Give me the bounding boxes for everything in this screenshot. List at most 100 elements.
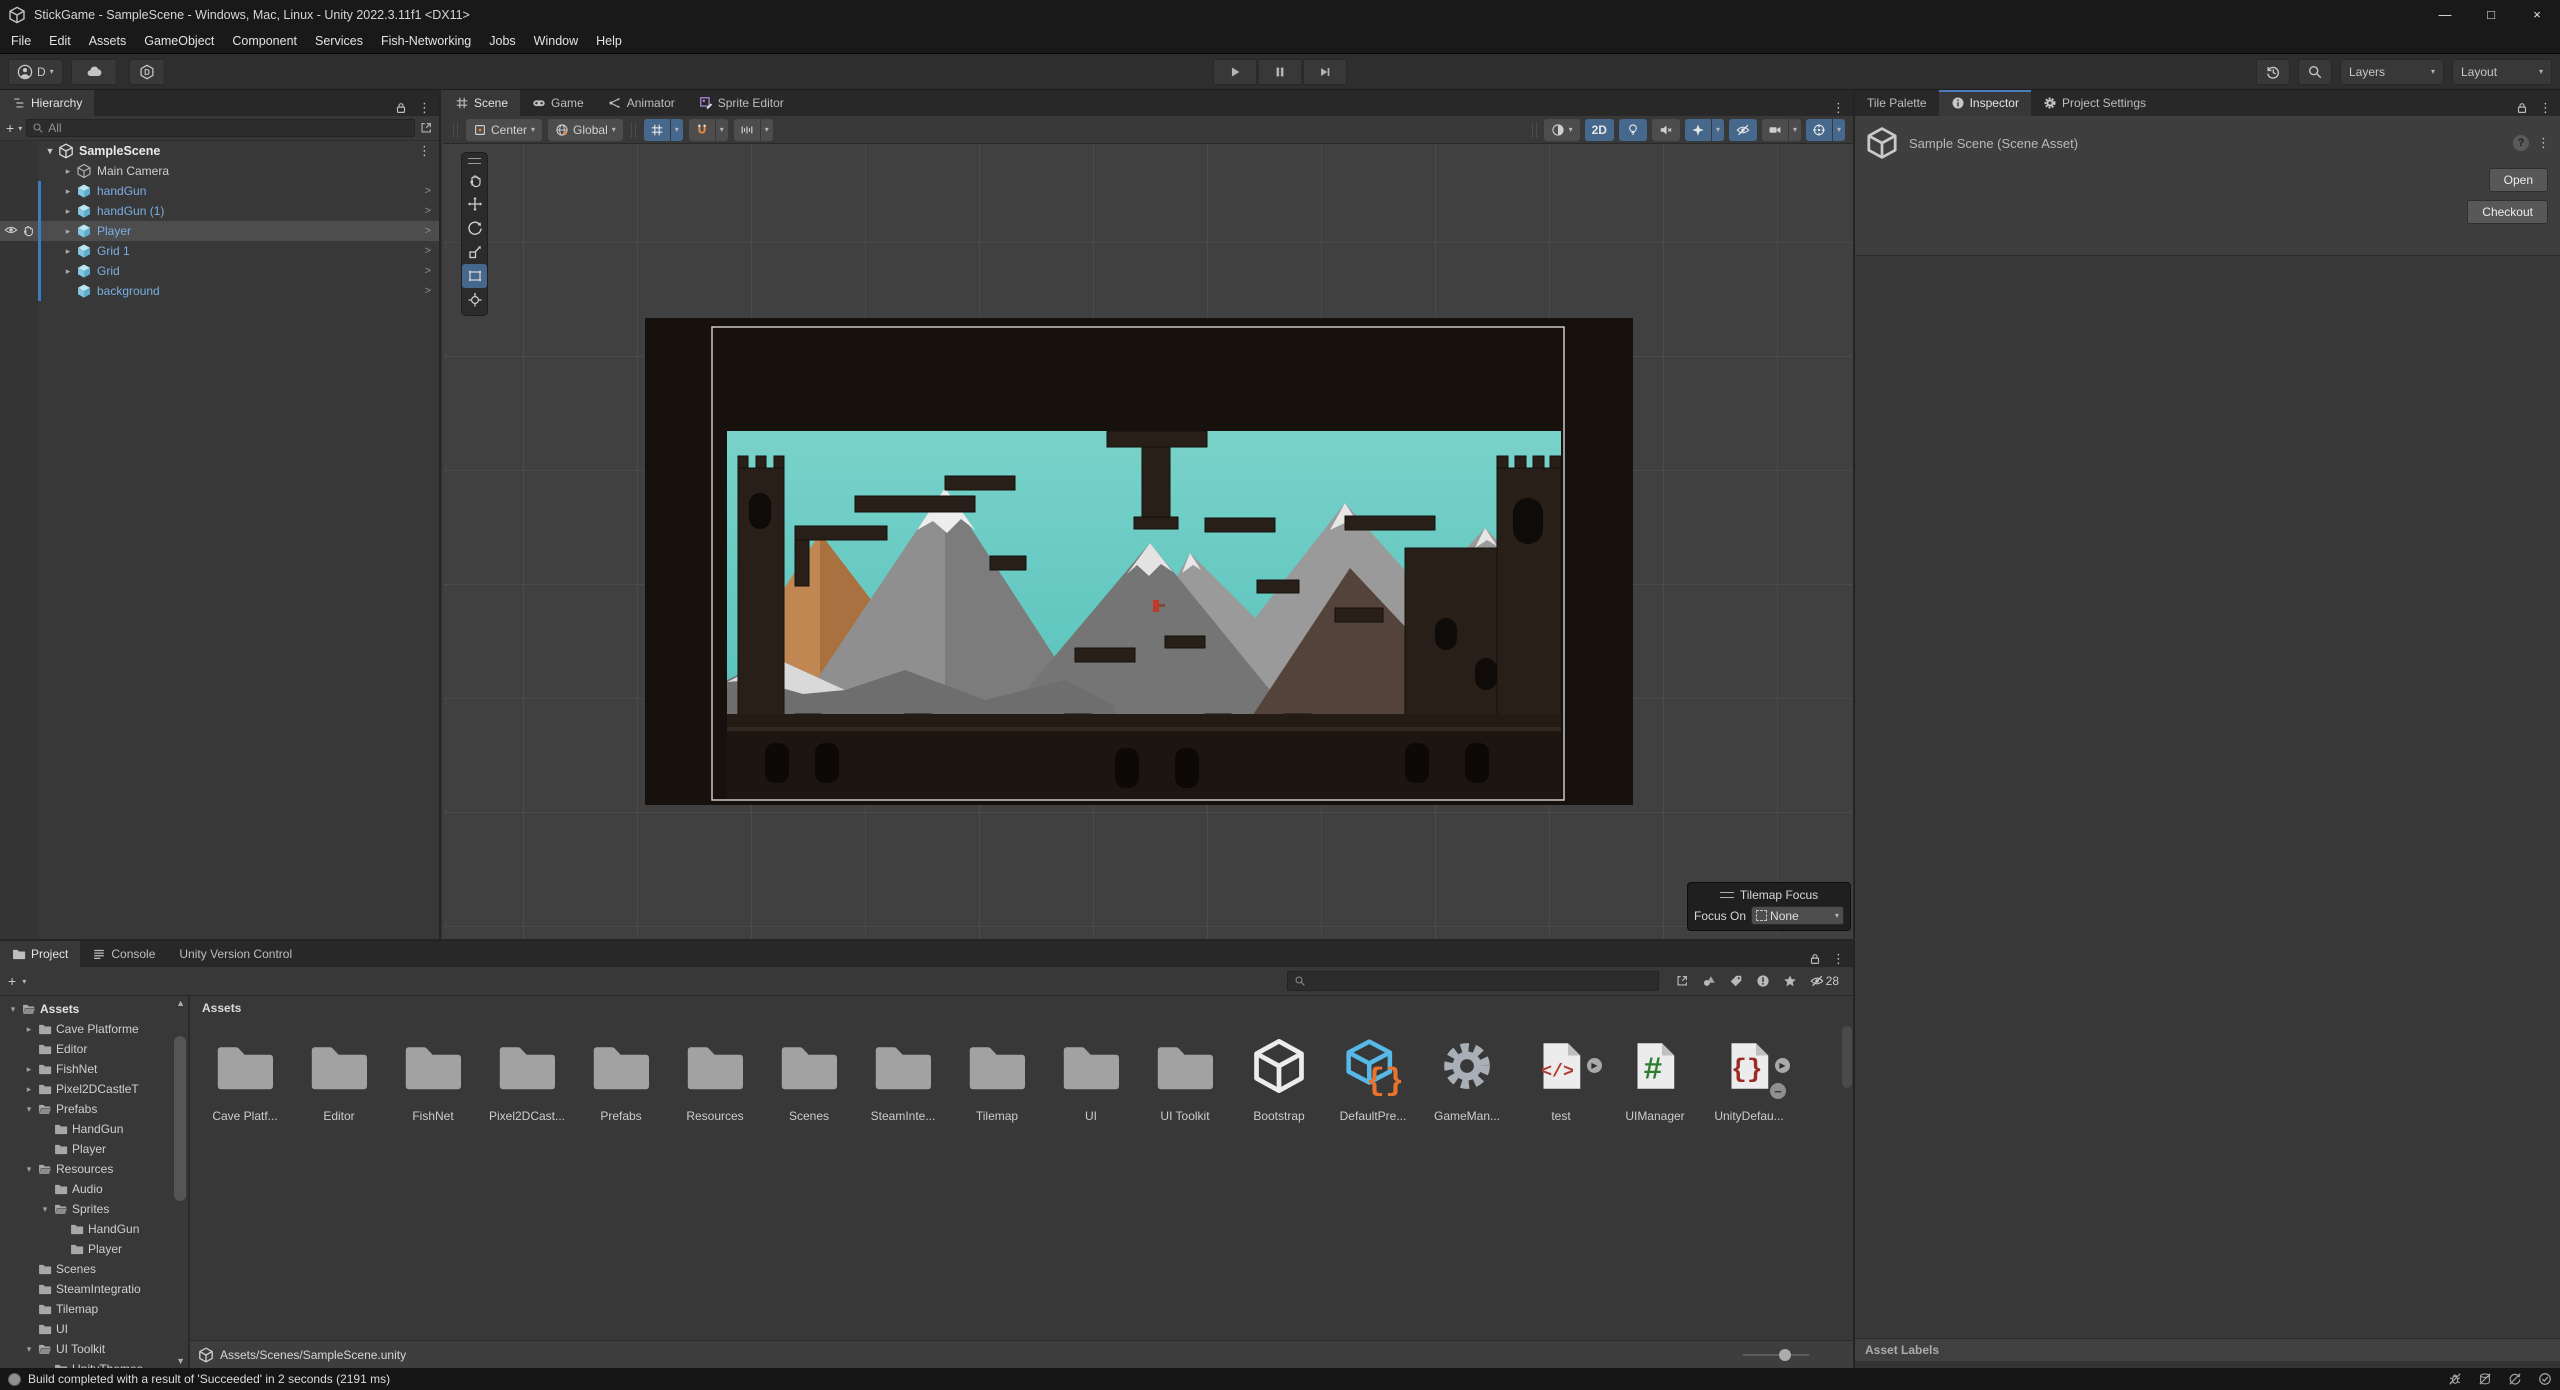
focus-on-dropdown[interactable]: None ▾ (1751, 906, 1844, 925)
tab-hierarchy[interactable]: Hierarchy (0, 90, 94, 116)
increment-snap-caret[interactable]: ▾ (761, 119, 773, 141)
camera-settings-button[interactable] (1762, 119, 1788, 141)
layers-dropdown[interactable]: Layers ▾ (2340, 59, 2444, 85)
open-button[interactable]: Open (2489, 168, 2548, 192)
prefab-chevron-icon[interactable]: > (425, 285, 431, 297)
orientation-dropdown[interactable]: Global ▾ (548, 119, 623, 141)
asset-item[interactable]: SteamInte... (856, 1029, 950, 1123)
gizmos-toggle[interactable] (1806, 119, 1832, 141)
grid-scrollbar[interactable] (1842, 1026, 1852, 1088)
project-tree-row[interactable]: Editor (0, 1039, 188, 1059)
rotate-tool-button[interactable] (462, 216, 487, 240)
project-search-input[interactable] (1287, 971, 1659, 991)
prefab-chevron-icon[interactable]: > (425, 245, 431, 257)
project-tree-row[interactable]: ▾ Sprites (0, 1199, 188, 1219)
project-tree-row[interactable]: Player (0, 1139, 188, 1159)
asset-item[interactable]: DefaultPre... (1326, 1029, 1420, 1123)
plastic-scm-button[interactable] (129, 59, 165, 85)
project-tree-row[interactable]: Scenes (0, 1259, 188, 1279)
expand-arrow-icon[interactable]: ▸ (24, 1084, 34, 1095)
tab-unity-version-control[interactable]: Unity Version Control (167, 941, 304, 967)
hidden-count[interactable]: 28 (1810, 974, 1839, 988)
hierarchy-row[interactable]: ▸ Grid 1 > (0, 241, 439, 261)
asset-item[interactable]: {} ▶ − UnityDefau... (1702, 1029, 1796, 1123)
expand-badge-icon[interactable]: ▶ (1587, 1058, 1602, 1073)
asset-item[interactable]: Tilemap (950, 1029, 1044, 1123)
scroll-up-icon[interactable]: ▲ (176, 998, 185, 1008)
menu-9[interactable]: Help (587, 29, 631, 53)
camera-settings-caret[interactable]: ▾ (1789, 119, 1801, 141)
expand-arrow-icon[interactable]: ▸ (24, 1024, 34, 1035)
project-tree-row[interactable]: ▾ UI Toolkit (0, 1339, 188, 1359)
move-tool-button[interactable] (462, 192, 487, 216)
expand-badge-icon[interactable]: ▶ (1775, 1058, 1790, 1073)
asset-item[interactable]: GameMan... (1420, 1029, 1514, 1123)
hidden-objects-toggle[interactable] (1729, 119, 1757, 141)
account-button[interactable]: D ▾ (8, 59, 63, 85)
expand-arrow-icon[interactable]: ▾ (8, 1004, 18, 1015)
close-button[interactable]: × (2514, 0, 2560, 29)
panel-menu-icon[interactable]: ⋮ (1832, 951, 1845, 967)
tab-inspector[interactable]: Inspector (1939, 90, 2031, 116)
menu-2[interactable]: Assets (80, 29, 136, 53)
scene-canvas[interactable]: Tilemap Focus Focus On None ▾ (443, 144, 1853, 939)
favorites-icon[interactable] (1783, 974, 1797, 988)
asset-item[interactable]: FishNet (386, 1029, 480, 1123)
expand-arrow-icon[interactable]: ▾ (24, 1104, 34, 1115)
undo-history-button[interactable] (2256, 59, 2290, 85)
debugger-disabled-icon[interactable] (2448, 1372, 2462, 1386)
transform-tool-button[interactable] (462, 288, 487, 312)
zoom-slider-thumb[interactable] (1779, 1349, 1791, 1361)
asset-item[interactable]: UI Toolkit (1138, 1029, 1232, 1123)
rect-tool-button[interactable] (462, 264, 487, 288)
tab-animator[interactable]: Animator (596, 90, 687, 116)
asset-item[interactable]: Bootstrap (1232, 1029, 1326, 1123)
2d-toggle[interactable]: 2D (1585, 119, 1614, 141)
effects-toggle[interactable] (1685, 119, 1711, 141)
global-search-button[interactable] (2298, 59, 2332, 85)
expand-arrow-icon[interactable]: ▾ (40, 1204, 50, 1215)
effects-caret[interactable]: ▾ (1712, 119, 1724, 141)
hierarchy-row[interactable]: ▸ Player > (0, 221, 439, 241)
menu-4[interactable]: Component (223, 29, 306, 53)
snap-settings-caret[interactable]: ▾ (716, 119, 728, 141)
prefab-chevron-icon[interactable]: > (425, 225, 431, 237)
asset-item[interactable]: Resources (668, 1029, 762, 1123)
panel-menu-icon[interactable]: ⋮ (2539, 100, 2552, 116)
asset-item[interactable]: Pixel2DCast... (480, 1029, 574, 1123)
overlay-drag-handle[interactable] (468, 158, 481, 164)
pivot-dropdown[interactable]: Center ▾ (466, 119, 542, 141)
asset-item[interactable]: Scenes (762, 1029, 856, 1123)
snap-settings-toggle[interactable] (689, 119, 715, 141)
layout-dropdown[interactable]: Layout ▾ (2452, 59, 2552, 85)
step-button[interactable] (1303, 59, 1347, 85)
panel-menu-icon[interactable]: ⋮ (1832, 100, 1845, 116)
increment-snap-toggle[interactable] (734, 119, 760, 141)
hierarchy-row[interactable]: ▸ handGun (1) > (0, 201, 439, 221)
grid-snap-caret[interactable]: ▾ (671, 119, 683, 141)
create-asset-button[interactable]: + (8, 973, 16, 989)
expand-arrow-icon[interactable]: ▼ (42, 146, 58, 156)
gizmos-caret[interactable]: ▾ (1833, 119, 1845, 141)
expand-arrow-icon[interactable]: ▸ (60, 246, 76, 257)
tab-scene[interactable]: Scene (443, 90, 520, 116)
create-asset-caret[interactable]: ▾ (22, 977, 26, 986)
prefab-chevron-icon[interactable]: > (425, 185, 431, 197)
project-tree-row[interactable]: Tilemap (0, 1299, 188, 1319)
cloud-services-button[interactable] (71, 59, 117, 85)
tab-console[interactable]: Console (80, 941, 167, 967)
lighting-toggle[interactable] (1619, 119, 1647, 141)
panel-menu-icon[interactable]: ⋮ (418, 100, 431, 116)
play-button[interactable] (1213, 59, 1257, 85)
menu-0[interactable]: File (2, 29, 40, 53)
asset-item[interactable]: UI (1044, 1029, 1138, 1123)
expand-arrow-icon[interactable]: ▸ (60, 266, 76, 277)
expand-arrow-icon[interactable]: ▸ (60, 206, 76, 217)
hierarchy-row-scene[interactable]: ▼ SampleScene ⋮ (0, 141, 439, 161)
project-tree-row[interactable]: ▾ Assets (0, 999, 188, 1019)
pause-button[interactable] (1258, 59, 1302, 85)
expand-arrow-icon[interactable]: ▾ (24, 1164, 34, 1175)
pick-object-icon[interactable] (419, 121, 433, 135)
context-menu-icon[interactable]: ⋮ (2537, 135, 2550, 151)
hierarchy-row[interactable]: ▸ Grid > (0, 261, 439, 281)
